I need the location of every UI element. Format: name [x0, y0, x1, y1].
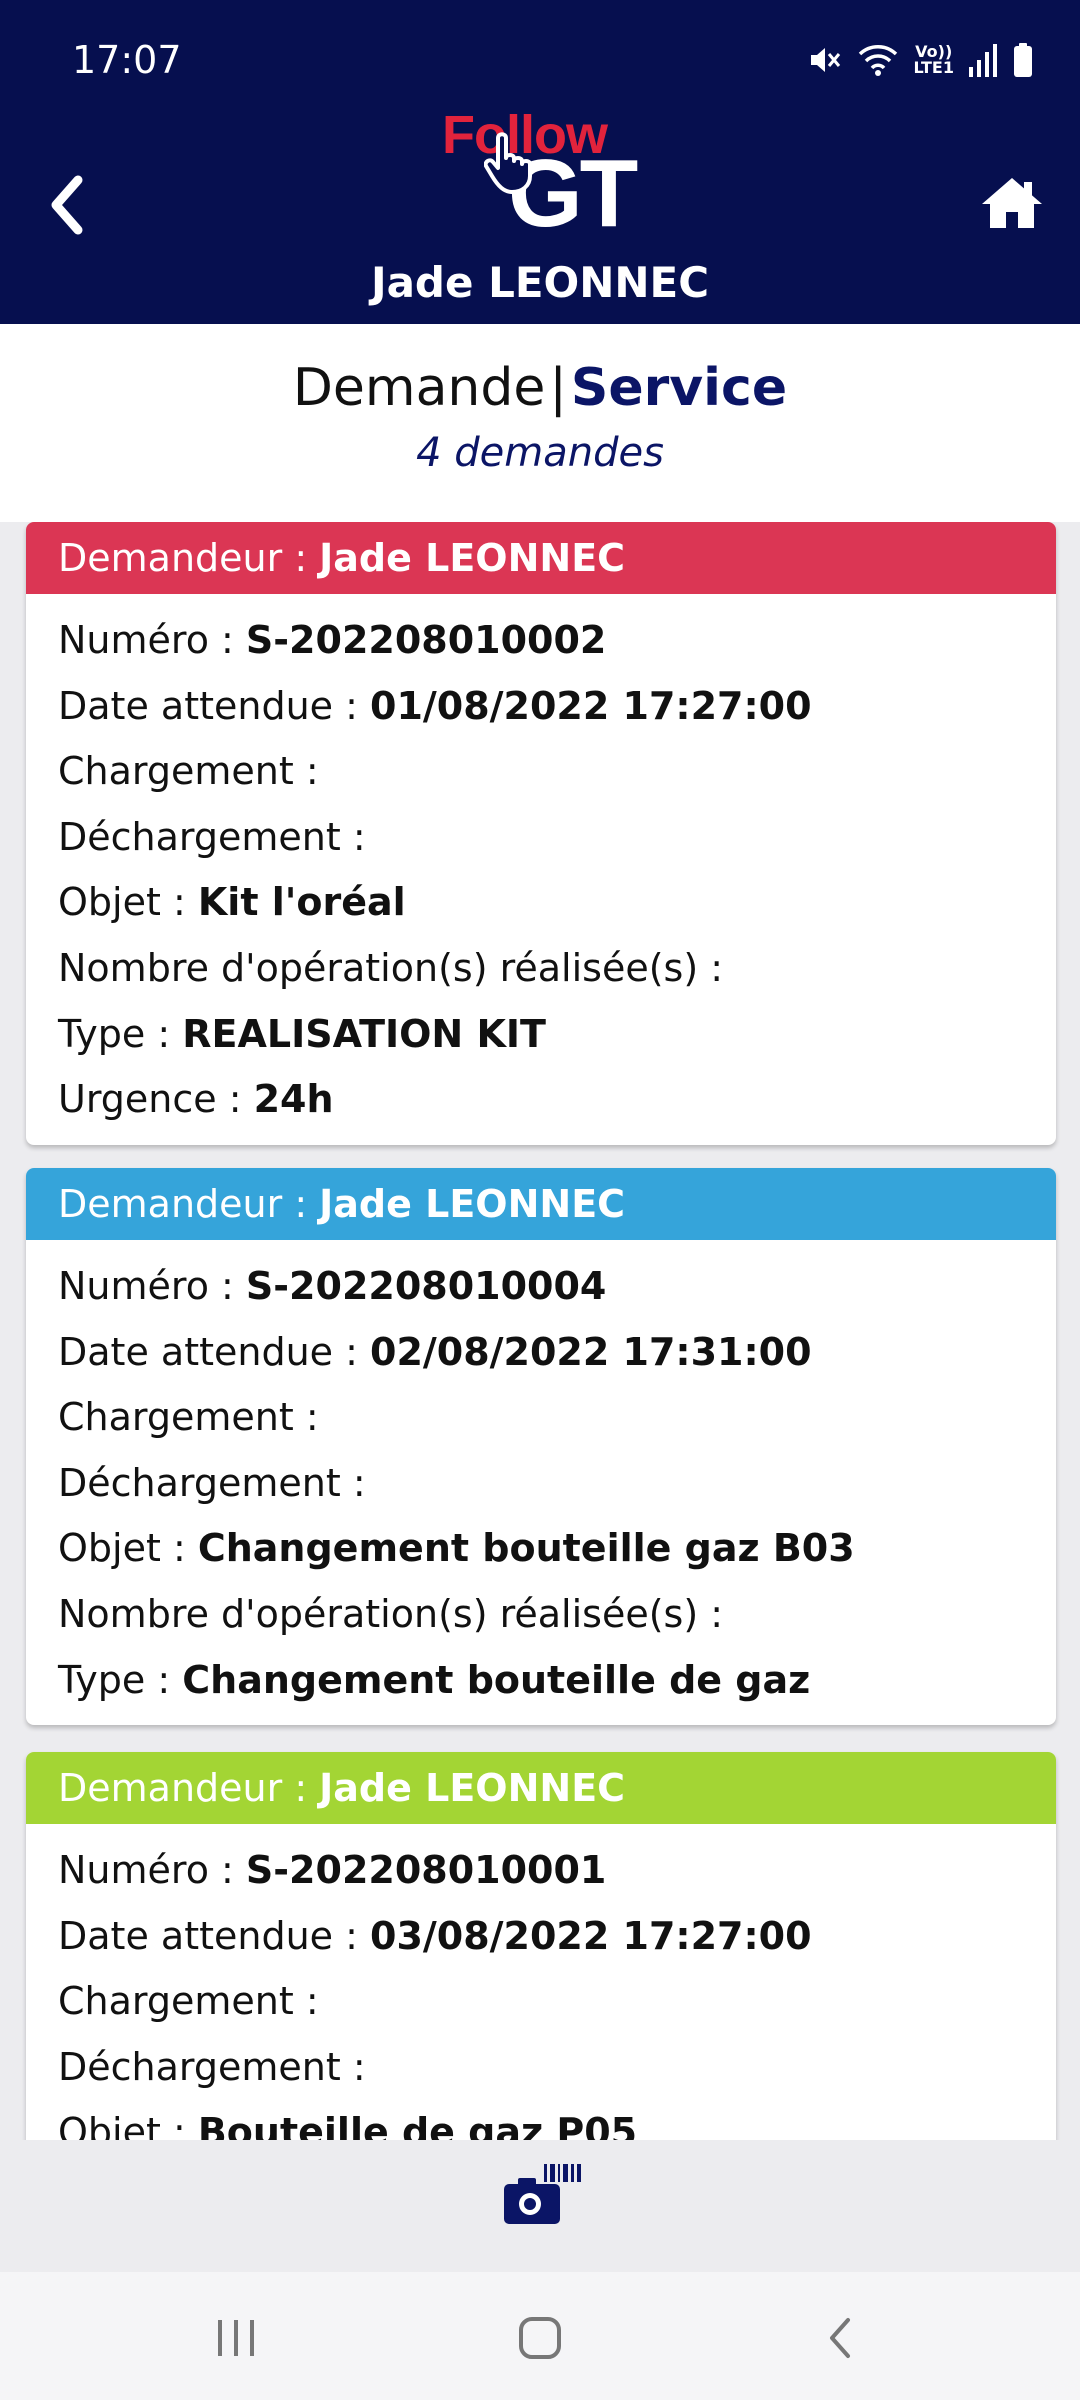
battery-icon	[1014, 43, 1032, 77]
request-list[interactable]: Demandeur : Jade LEONNEC Numéro : S-202208…	[0, 522, 1080, 2140]
field-label: Nombre d'opération(s) réalisée(s) :	[58, 1591, 724, 1636]
field-row: Date attendue : 02/08/2022 17:31:00	[58, 1320, 1024, 1386]
field-value: Changement bouteille de gaz	[182, 1657, 811, 1702]
field-label: Déchargement :	[58, 1460, 366, 1505]
field-label: Type :	[58, 1011, 171, 1056]
requester-name: Jade LEONNEC	[319, 536, 626, 580]
request-card[interactable]: Demandeur : Jade LEONNEC Numéro : S-202208…	[26, 1168, 1056, 1726]
requester-name: Jade LEONNEC	[319, 1766, 626, 1810]
title-demande: Demande	[292, 358, 546, 418]
app-header: 17:07 Vo)) LTE1 Follow GT Jade LEONNEC	[0, 0, 1080, 324]
field-value: 03/08/2022 17:27:00	[370, 1913, 812, 1958]
field-value: 02/08/2022 17:31:00	[370, 1329, 812, 1374]
system-nav-bar	[0, 2272, 1080, 2400]
wifi-icon	[859, 45, 898, 76]
title-service: Service	[570, 358, 788, 418]
field-value: S-202208010001	[245, 1848, 607, 1892]
field-value: Bouteille de gaz P05	[197, 2110, 638, 2140]
back-button[interactable]	[40, 170, 100, 240]
signal-icon	[969, 44, 997, 77]
field-label: Date attendue :	[58, 683, 358, 728]
field-row: Numéro : S-202208010001	[58, 1838, 1024, 1904]
requester-label: Demandeur :	[58, 1766, 308, 1810]
page-title-area: Demande|Service 4 demandes	[0, 324, 1080, 522]
field-value: Changement bouteille gaz B03	[197, 1526, 855, 1571]
field-label: Numéro :	[58, 1264, 234, 1308]
field-label: Numéro :	[58, 618, 234, 662]
field-value: REALISATION KIT	[182, 1011, 546, 1056]
field-label: Type :	[58, 1657, 171, 1702]
field-row: Objet : Kit l'oréal	[58, 870, 1024, 936]
volte-bottom: LTE1	[913, 58, 954, 77]
field-value: S-202208010004	[245, 1264, 607, 1308]
requester-name: Jade LEONNEC	[319, 1182, 626, 1226]
screen: 17:07 Vo)) LTE1 Follow GT Jade LEONNEC D…	[0, 0, 1080, 2400]
field-label: Date attendue :	[58, 1913, 358, 1958]
field-label: Objet :	[58, 1526, 186, 1571]
field-value: S-202208010002	[245, 618, 607, 662]
app-logo: Follow GT	[440, 104, 640, 242]
field-row: Date attendue : 03/08/2022 17:27:00	[58, 1904, 1024, 1970]
requester-label: Demandeur :	[58, 536, 308, 580]
field-row: Chargement :	[58, 1969, 1024, 2035]
field-label: Urgence :	[58, 1077, 242, 1122]
field-row: Déchargement :	[58, 2035, 1024, 2101]
field-label: Chargement :	[58, 749, 319, 794]
field-label: Date attendue :	[58, 1329, 358, 1374]
status-icons: Vo)) LTE1	[807, 38, 1034, 82]
back-nav-icon[interactable]	[812, 2310, 872, 2366]
card-header: Demandeur : Jade LEONNEC	[26, 1752, 1056, 1824]
title-separator: |	[549, 358, 567, 418]
page-title: Demande|Service	[0, 358, 1080, 418]
field-value: Kit l'oréal	[197, 880, 406, 925]
field-row: Déchargement :	[58, 805, 1024, 871]
requester-label: Demandeur :	[58, 1182, 308, 1226]
user-name: Jade LEONNEC	[370, 258, 710, 307]
field-label: Objet :	[58, 2110, 186, 2140]
field-row: Objet : Changement bouteille gaz B03	[58, 1516, 1024, 1582]
field-label: Numéro :	[58, 1848, 234, 1892]
field-value: 01/08/2022 17:27:00	[370, 683, 812, 728]
home-nav-icon[interactable]	[510, 2310, 570, 2366]
card-body: Numéro : S-202208010002 Date attendue : 0…	[26, 594, 1056, 1145]
recent-apps-icon[interactable]	[206, 2310, 266, 2366]
field-row: Objet : Bouteille de gaz P05	[58, 2100, 1024, 2140]
card-header: Demandeur : Jade LEONNEC	[26, 1168, 1056, 1240]
field-row: Type : REALISATION KIT	[58, 1002, 1024, 1068]
field-label: Objet :	[58, 880, 186, 925]
camera-barcode-icon[interactable]	[502, 2162, 582, 2228]
field-label: Chargement :	[58, 1395, 319, 1440]
home-button[interactable]	[980, 174, 1044, 230]
card-body: Numéro : S-202208010001 Date attendue : 0…	[26, 1824, 1056, 2140]
pointing-hand-icon	[484, 132, 532, 194]
field-row: Date attendue : 01/08/2022 17:27:00	[58, 674, 1024, 740]
field-row: Chargement :	[58, 1385, 1024, 1451]
field-row: Urgence : 24h	[58, 1067, 1024, 1133]
status-time: 17:07	[72, 38, 182, 82]
field-value: 24h	[253, 1077, 334, 1122]
card-header: Demandeur : Jade LEONNEC	[26, 522, 1056, 594]
volte-indicator: Vo)) LTE1	[913, 44, 954, 76]
field-label: Déchargement :	[58, 2044, 366, 2089]
field-row: Type : Changement bouteille de gaz	[58, 1648, 1024, 1714]
bottom-action-bar	[0, 2140, 1080, 2272]
request-count: 4 demandes	[416, 430, 664, 476]
field-label: Nombre d'opération(s) réalisée(s) :	[58, 945, 724, 990]
request-card[interactable]: Demandeur : Jade LEONNEC Numéro : S-202208…	[26, 1752, 1056, 2140]
field-row: Numéro : S-202208010002	[58, 608, 1024, 674]
field-row: Déchargement :	[58, 1451, 1024, 1517]
field-row: Nombre d'opération(s) réalisée(s) :	[58, 1582, 1024, 1648]
mute-icon	[811, 48, 841, 72]
field-label: Déchargement :	[58, 814, 366, 859]
field-row: Numéro : S-202208010004	[58, 1254, 1024, 1320]
field-row: Chargement :	[58, 739, 1024, 805]
field-label: Chargement :	[58, 1979, 319, 2024]
request-card[interactable]: Demandeur : Jade LEONNEC Numéro : S-202208…	[26, 522, 1056, 1145]
field-row: Nombre d'opération(s) réalisée(s) :	[58, 936, 1024, 1002]
card-body: Numéro : S-202208010004 Date attendue : 0…	[26, 1240, 1056, 1725]
